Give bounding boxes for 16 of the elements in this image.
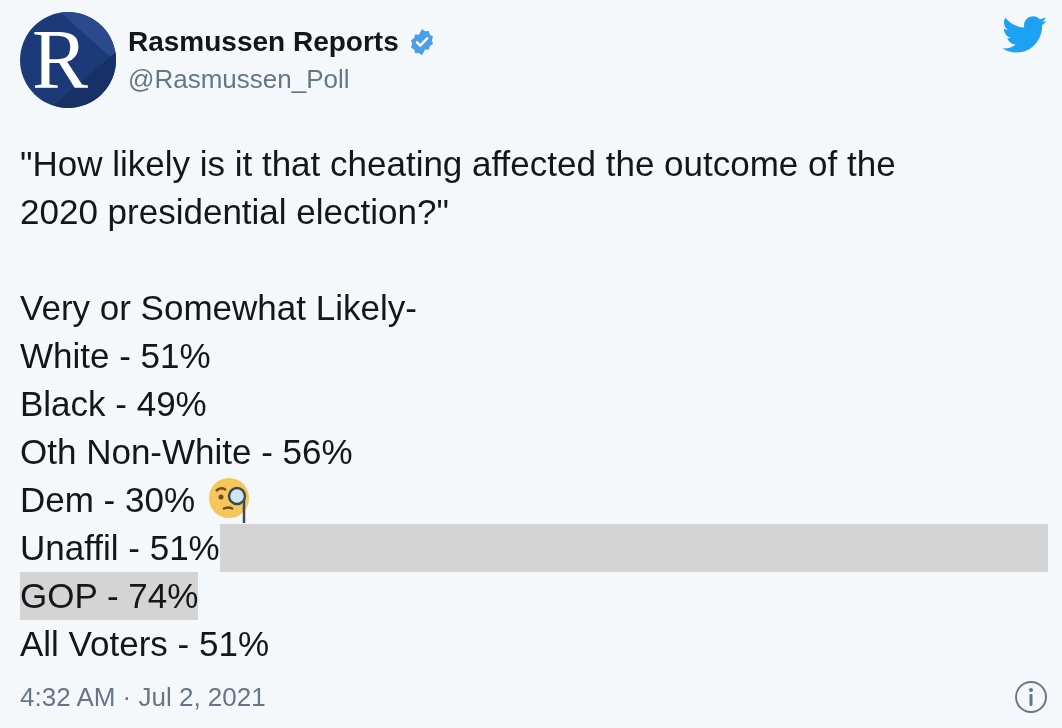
tweet-text: Unaffil - 51% — [20, 527, 220, 569]
tweet-text: "How likely is it that cheating affected the outcome of the — [20, 143, 896, 185]
tweet-text: Dem - 30% — [20, 479, 196, 521]
tweet-text: Very or Somewhat Likely- — [20, 287, 417, 329]
tweet-text: All Voters - 51% — [20, 623, 269, 665]
tweet-text: White - 51% — [20, 335, 211, 377]
info-icon[interactable] — [1014, 680, 1048, 714]
bird-icon — [1002, 16, 1048, 54]
tweet-text: Oth Non-White - 56% — [20, 431, 353, 473]
tweet-text: 2020 presidential election?" — [20, 191, 449, 233]
timestamp[interactable]: 4:32 AM · Jul 2, 2021 — [20, 681, 266, 713]
highlighted-text: GOP - 74% — [20, 572, 199, 620]
author-handle[interactable]: @Rasmussen_Poll — [128, 63, 990, 95]
avatar: R — [20, 12, 116, 108]
author-name[interactable]: Rasmussen Reports — [128, 25, 399, 58]
tweet-text: Black - 49% — [20, 383, 207, 425]
